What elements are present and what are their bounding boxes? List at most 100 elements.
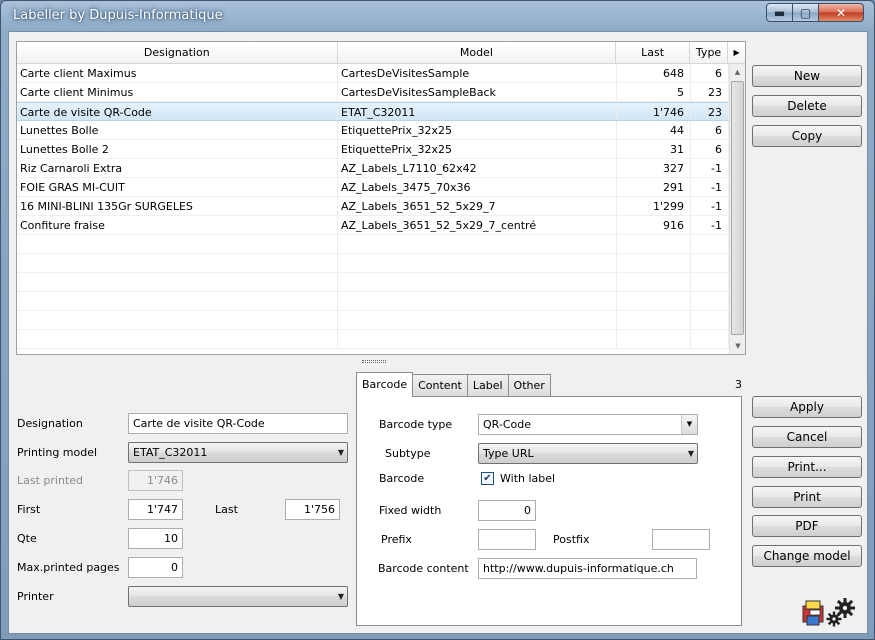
cell-designation	[17, 292, 338, 310]
table-row[interactable]: 16 MINI-BLINI 135Gr SURGELES AZ_Labels_36…	[17, 197, 729, 216]
max-pages-input[interactable]: 0	[128, 557, 183, 578]
table-row[interactable]	[17, 254, 729, 273]
cell-type	[691, 254, 729, 272]
designation-label: Designation	[17, 417, 83, 430]
barcode-panel: Barcode type QR-Code ▼ Subtype Type URL …	[356, 396, 742, 626]
window-title: Labeller by Dupuis-Informatique	[13, 8, 223, 23]
col-header-model[interactable]: Model	[338, 42, 617, 64]
table-row[interactable]: Carte client Maximus CartesDeVisitesSampl…	[17, 64, 729, 83]
title-bar[interactable]: Labeller by Dupuis-Informatique ▬ ▢ ✕	[1, 1, 874, 31]
barcode-type-select[interactable]: QR-Code ▼	[478, 414, 698, 435]
table-row[interactable]	[17, 235, 729, 254]
column-scroll-right-icon[interactable]: ▶	[728, 42, 745, 63]
cell-last: 916	[617, 216, 691, 234]
tab-count: 3	[735, 378, 742, 391]
table-row[interactable]	[17, 292, 729, 311]
table-row[interactable]	[17, 273, 729, 292]
table-row[interactable]: Carte client Minimus CartesDeVisitesSampl…	[17, 83, 729, 102]
printer-select[interactable]: ▼	[128, 586, 348, 607]
cell-last: 291	[617, 178, 691, 196]
table-row[interactable]: Lunettes Bolle EtiquettePrix_32x25 44 6	[17, 121, 729, 140]
cell-last: 31	[617, 140, 691, 158]
labels-grid[interactable]: Designation Model Last Type ▶ Carte clie…	[16, 41, 746, 355]
last-label: Last	[215, 503, 238, 516]
tab-other[interactable]: Other	[507, 374, 551, 396]
gears-icon[interactable]	[825, 598, 859, 628]
scroll-down-icon[interactable]: ▼	[730, 338, 745, 354]
cell-last: 44	[617, 121, 691, 139]
maximize-button[interactable]: ▢	[792, 3, 819, 22]
apply-button[interactable]: Apply	[752, 396, 862, 418]
tab-barcode[interactable]: Barcode	[356, 372, 414, 397]
tab-content[interactable]: Content	[412, 374, 468, 396]
cell-type: 6	[691, 140, 729, 158]
print-button[interactable]: Print	[752, 486, 862, 508]
barcode-label: Barcode	[379, 472, 425, 485]
cell-designation	[17, 311, 338, 329]
first-input[interactable]: 1'747	[128, 499, 183, 520]
barcode-content-label: Barcode content	[378, 562, 469, 575]
subtype-select[interactable]: Type URL ▼	[478, 443, 698, 464]
cell-type	[691, 273, 729, 291]
with-label-text[interactable]: With label	[500, 472, 555, 485]
pdf-button[interactable]: PDF	[752, 515, 862, 537]
table-row[interactable]	[17, 311, 729, 330]
cell-last	[617, 292, 691, 310]
change-model-button[interactable]: Change model	[752, 545, 862, 567]
table-row[interactable]: FOIE GRAS MI-CUIT AZ_Labels_3475_70x36 291…	[17, 178, 729, 197]
with-label-checkbox[interactable]: ✔	[481, 472, 494, 485]
app-window: Labeller by Dupuis-Informatique ▬ ▢ ✕ De…	[0, 0, 875, 640]
table-row[interactable]	[17, 330, 729, 349]
table-row[interactable]: Carte de visite QR-Code ETAT_C32011 1'746 2…	[17, 102, 729, 121]
tab-label[interactable]: Label	[466, 374, 509, 396]
close-icon: ✕	[835, 5, 847, 20]
table-row[interactable]: Riz Carnaroli Extra AZ_Labels_L7110_62x42…	[17, 159, 729, 178]
cell-last	[617, 235, 691, 253]
last-input[interactable]: 1'756	[285, 499, 340, 520]
delete-button[interactable]: Delete	[752, 95, 862, 117]
table-row[interactable]: Confiture fraise AZ_Labels_3651_52_5x29_7…	[17, 216, 729, 235]
cell-model	[338, 311, 617, 329]
subtype-value: Type URL	[483, 447, 534, 460]
copy-button[interactable]: Copy	[752, 125, 862, 147]
panel-splitter[interactable]	[362, 360, 386, 363]
cell-type	[691, 235, 729, 253]
printing-model-select[interactable]: ETAT_C32011 ▼	[128, 442, 348, 463]
fixed-width-input[interactable]: 0	[478, 500, 536, 521]
cell-type: 6	[691, 64, 729, 82]
barcode-content-input[interactable]: http://www.dupuis-informatique.ch	[478, 558, 697, 579]
print-dialog-button[interactable]: Print...	[752, 456, 862, 478]
postfix-input[interactable]	[652, 529, 710, 550]
table-row[interactable]: Lunettes Bolle 2 EtiquettePrix_32x25 31 6	[17, 140, 729, 159]
cancel-button[interactable]: Cancel	[752, 426, 862, 448]
col-header-designation[interactable]: Designation	[17, 42, 338, 64]
grid-vertical-scrollbar[interactable]: ▲ ▼	[729, 64, 745, 354]
prefix-input[interactable]	[478, 529, 536, 550]
detail-tabs: Barcode Content Label Other	[356, 372, 551, 397]
cell-type: -1	[691, 216, 729, 234]
checkmark-icon: ✔	[483, 473, 492, 484]
max-pages-label: Max.printed pages	[17, 561, 120, 574]
close-button[interactable]: ✕	[818, 3, 864, 22]
col-header-last[interactable]: Last	[616, 42, 691, 64]
cell-model: CartesDeVisitesSampleBack	[338, 83, 617, 101]
new-button[interactable]: New	[752, 65, 862, 87]
last-printed-field: 1'746	[128, 470, 183, 491]
cell-model: AZ_Labels_3651_52_5x29_7	[338, 197, 617, 215]
grid-header: Designation Model Last Type ▶	[17, 42, 745, 64]
tools-area	[801, 598, 857, 631]
scroll-thumb[interactable]	[731, 81, 744, 335]
cell-designation	[17, 254, 338, 272]
cell-model: CartesDeVisitesSample	[338, 64, 617, 82]
col-header-type[interactable]: Type	[690, 42, 729, 64]
fixed-width-label: Fixed width	[379, 504, 442, 517]
cell-designation: FOIE GRAS MI-CUIT	[17, 178, 338, 196]
window-controls: ▬ ▢ ✕	[766, 3, 864, 22]
qte-input[interactable]: 10	[128, 528, 183, 549]
postfix-label: Postfix	[553, 533, 590, 546]
cell-last	[617, 330, 691, 348]
minimize-button[interactable]: ▬	[766, 3, 793, 22]
designation-input[interactable]: Carte de visite QR-Code	[128, 413, 348, 434]
scroll-up-icon[interactable]: ▲	[730, 64, 745, 80]
cell-designation	[17, 330, 338, 348]
